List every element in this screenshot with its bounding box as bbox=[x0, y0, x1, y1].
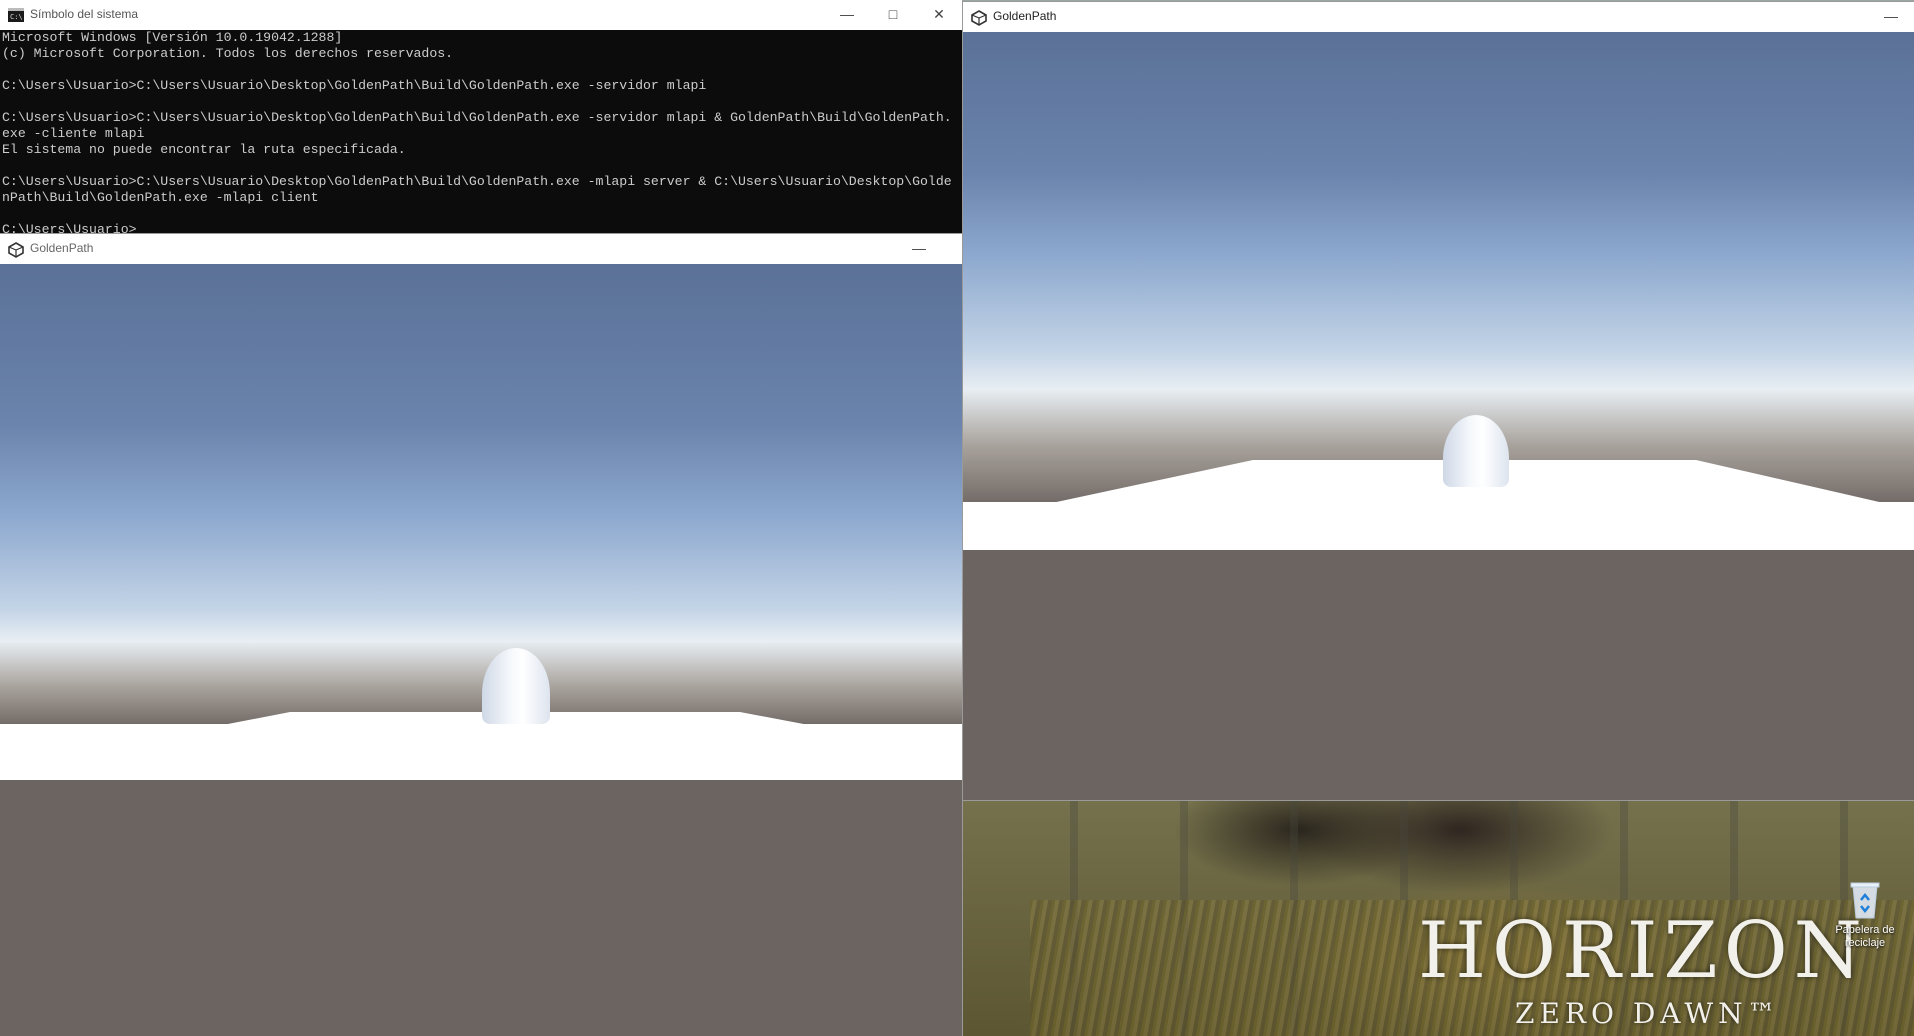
game-window-right[interactable]: GoldenPath — bbox=[963, 2, 1914, 800]
minimize-icon[interactable]: — bbox=[824, 0, 870, 30]
close-icon[interactable]: ✕ bbox=[916, 0, 962, 30]
game-right-title: GoldenPath bbox=[993, 9, 1057, 23]
game-right-ground bbox=[963, 550, 1914, 800]
console-titlebar[interactable]: C:\ Símbolo del sistema — □ ✕ bbox=[0, 0, 962, 30]
game-right-viewport[interactable] bbox=[963, 32, 1914, 800]
game-left-platform bbox=[0, 712, 962, 780]
unity-icon bbox=[8, 242, 24, 258]
recycle-bin-label: Papelera de reciclaje bbox=[1835, 924, 1895, 949]
recycle-bin-icon bbox=[1848, 880, 1882, 920]
console-output: Microsoft Windows [Versión 10.0.19042.12… bbox=[2, 30, 952, 234]
game-left-ground bbox=[0, 780, 962, 1036]
game-right-titlebar[interactable]: GoldenPath — bbox=[963, 2, 1914, 32]
game-left-sky bbox=[0, 264, 962, 724]
svg-text:C:\: C:\ bbox=[10, 13, 23, 21]
game-left-titlebar[interactable]: GoldenPath — bbox=[0, 234, 962, 264]
maximize-icon[interactable]: □ bbox=[870, 0, 916, 30]
game-window-left[interactable]: GoldenPath — bbox=[0, 234, 962, 1036]
minimize-icon[interactable]: — bbox=[896, 234, 942, 264]
game-left-viewport[interactable] bbox=[0, 264, 962, 1036]
game-right-sky bbox=[963, 32, 1914, 502]
minimize-icon[interactable]: — bbox=[1868, 2, 1914, 32]
cmd-icon: C:\ bbox=[8, 8, 24, 22]
console-output-area[interactable]: Microsoft Windows [Versión 10.0.19042.12… bbox=[0, 30, 962, 234]
game-right-platform bbox=[963, 460, 1914, 550]
wallpaper-logo-subtitle: ZERO DAWN™ bbox=[1515, 997, 1781, 1030]
console-window[interactable]: C:\ Símbolo del sistema — □ ✕ Microsoft … bbox=[0, 0, 962, 234]
game-left-title: GoldenPath bbox=[30, 241, 94, 255]
recycle-bin-shortcut[interactable]: Papelera de reciclaje bbox=[1820, 880, 1910, 950]
wallpaper-logo-title: HORIZON bbox=[1418, 906, 1868, 996]
unity-icon bbox=[971, 10, 987, 26]
console-title: Símbolo del sistema bbox=[30, 7, 139, 21]
